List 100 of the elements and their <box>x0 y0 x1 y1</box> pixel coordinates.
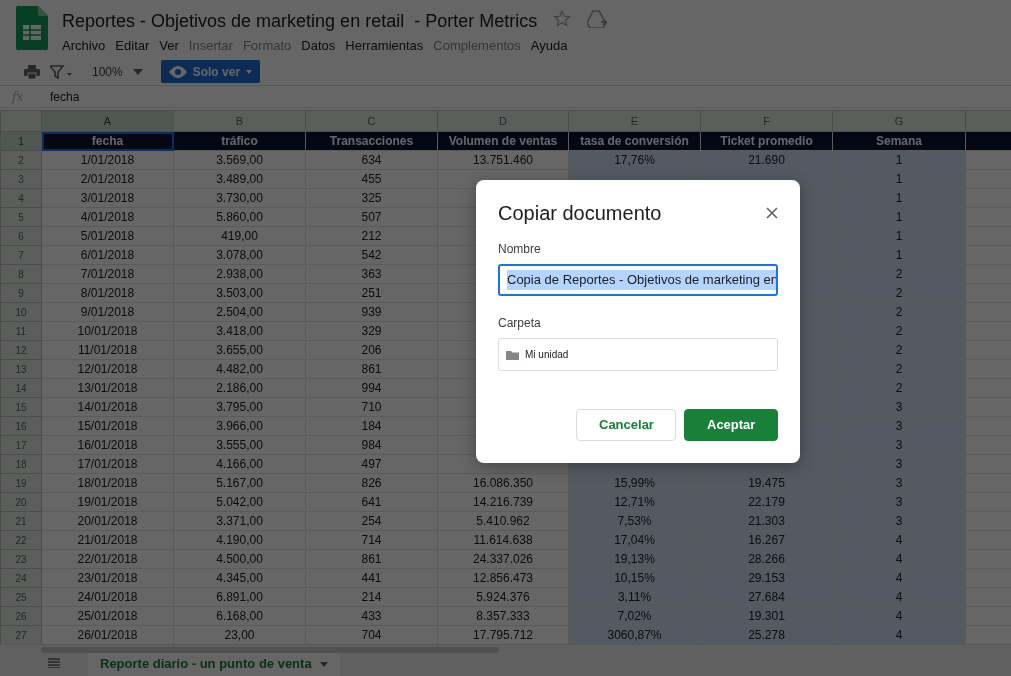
table-cell[interactable]: 3.078,00 <box>173 245 306 265</box>
filter-icon[interactable] <box>50 64 74 79</box>
table-cell[interactable]: 3/01/2018 <box>41 188 174 208</box>
table-cell[interactable]: 20/01/2018 <box>41 511 174 531</box>
table-cell[interactable]: 6.168,00 <box>173 606 306 626</box>
column-header[interactable]: A <box>41 110 174 132</box>
table-cell[interactable]: 3.418,00 <box>173 321 306 341</box>
table-cell[interactable]: 8.357.333 <box>437 606 569 626</box>
table-cell[interactable]: 710 <box>305 397 438 417</box>
table-cell[interactable]: 3.795,00 <box>173 397 306 417</box>
table-cell[interactable]: 433 <box>305 606 438 626</box>
table-cell[interactable]: 14/01/2018 <box>41 397 174 417</box>
table-cell[interactable]: 1/01/2018 <box>41 150 174 170</box>
table-cell[interactable]: 4/01/2018 <box>41 207 174 227</box>
sheet-list-icon[interactable] <box>48 658 60 668</box>
menu-item[interactable]: Datos <box>301 36 336 56</box>
table-cell[interactable]: 184 <box>305 416 438 436</box>
table-cell[interactable]: 2.186,00 <box>173 378 306 398</box>
table-cell[interactable]: 4.190,00 <box>173 530 306 550</box>
table-cell[interactable]: 4.166,00 <box>173 454 306 474</box>
table-cell[interactable]: 3.569,00 <box>173 150 306 170</box>
table-cell[interactable]: 6.891,00 <box>173 587 306 607</box>
table-cell[interactable]: 12.856.473 <box>437 568 569 588</box>
table-cell[interactable]: 329 <box>305 321 438 341</box>
table-cell[interactable]: 21/01/2018 <box>41 530 174 550</box>
table-cell[interactable]: 507 <box>305 207 438 227</box>
table-cell[interactable]: 3.655,00 <box>173 340 306 360</box>
menu-item[interactable]: Editar <box>115 36 150 56</box>
table-cell[interactable]: 12/01/2018 <box>41 359 174 379</box>
table-cell[interactable]: 4.500,00 <box>173 549 306 569</box>
drive-icon[interactable] <box>587 10 608 28</box>
table-cell[interactable]: 5.042,00 <box>173 492 306 512</box>
formula-value[interactable]: fecha <box>50 87 80 106</box>
table-cell[interactable]: 251 <box>305 283 438 303</box>
table-cell[interactable]: 8/01/2018 <box>41 283 174 303</box>
table-cell[interactable]: 363 <box>305 264 438 284</box>
table-cell[interactable]: 542 <box>305 245 438 265</box>
table-cell[interactable]: 3.371,00 <box>173 511 306 531</box>
table-cell[interactable]: 254 <box>305 511 438 531</box>
table-cell[interactable]: 24/01/2018 <box>41 587 174 607</box>
menu-item[interactable]: Herramientas <box>345 36 424 56</box>
menu-item[interactable]: Archivo <box>62 36 106 56</box>
accept-button[interactable]: Aceptar <box>684 409 778 441</box>
table-cell[interactable]: 5.860,00 <box>173 207 306 227</box>
table-cell[interactable]: 5.924.376 <box>437 587 569 607</box>
table-cell[interactable]: 641 <box>305 492 438 512</box>
table-cell[interactable]: 7/01/2018 <box>41 264 174 284</box>
table-cell[interactable]: 939 <box>305 302 438 322</box>
table-cell[interactable]: 212 <box>305 226 438 246</box>
folder-picker[interactable]: Mi unidad <box>498 338 778 371</box>
table-cell[interactable]: 714 <box>305 530 438 550</box>
table-cell[interactable]: 15/01/2018 <box>41 416 174 436</box>
table-cell[interactable]: 3.966,00 <box>173 416 306 436</box>
menu-item[interactable]: Ver <box>159 36 179 56</box>
table-cell[interactable]: 5/01/2018 <box>41 226 174 246</box>
table-cell[interactable]: 16/01/2018 <box>41 435 174 455</box>
view-mode-button[interactable]: Solo ver <box>160 60 261 83</box>
table-cell[interactable]: 13.751.460 <box>437 150 569 170</box>
table-cell[interactable]: 2.504,00 <box>173 302 306 322</box>
caret-icon[interactable] <box>132 68 143 75</box>
table-cell[interactable]: 497 <box>305 454 438 474</box>
table-cell[interactable]: 826 <box>305 473 438 493</box>
table-cell[interactable]: 9/01/2018 <box>41 302 174 322</box>
table-cell[interactable]: 4.482,00 <box>173 359 306 379</box>
zoom-dropdown[interactable]: 100% <box>92 62 123 81</box>
table-cell[interactable]: 994 <box>305 378 438 398</box>
table-cell[interactable]: 3.503,00 <box>173 283 306 303</box>
table-cell[interactable]: 19/01/2018 <box>41 492 174 512</box>
cancel-button[interactable]: Cancelar <box>576 409 676 441</box>
table-cell[interactable]: 6/01/2018 <box>41 245 174 265</box>
table-cell[interactable]: 634 <box>305 150 438 170</box>
table-cell[interactable]: 10/01/2018 <box>41 321 174 341</box>
table-cell[interactable]: 5.167,00 <box>173 473 306 493</box>
table-cell[interactable]: 5.410.962 <box>437 511 569 531</box>
table-cell[interactable]: 455 <box>305 169 438 189</box>
sheets-logo-icon[interactable] <box>16 6 48 50</box>
table-cell[interactable]: 419,00 <box>173 226 306 246</box>
table-cell[interactable]: 16.086.350 <box>437 473 569 493</box>
table-cell[interactable]: 17/01/2018 <box>41 454 174 474</box>
table-cell[interactable]: 2.938,00 <box>173 264 306 284</box>
close-icon[interactable] <box>766 207 778 219</box>
table-cell[interactable]: 3.730,00 <box>173 188 306 208</box>
table-cell[interactable]: 325 <box>305 188 438 208</box>
table-cell[interactable]: 23/01/2018 <box>41 568 174 588</box>
table-cell[interactable]: 18/01/2018 <box>41 473 174 493</box>
table-cell[interactable]: 4.345,00 <box>173 568 306 588</box>
table-cell[interactable]: 22/01/2018 <box>41 549 174 569</box>
table-cell[interactable]: 25/01/2018 <box>41 606 174 626</box>
table-cell[interactable]: 24.337.026 <box>437 549 569 569</box>
print-icon[interactable] <box>24 64 40 79</box>
table-cell[interactable]: 3.489,00 <box>173 169 306 189</box>
star-icon[interactable] <box>553 10 572 28</box>
sheet-tab[interactable]: Reporte diario - un punto de venta <box>88 652 340 676</box>
table-cell[interactable]: 984 <box>305 435 438 455</box>
table-cell[interactable]: 14.216.739 <box>437 492 569 512</box>
table-cell[interactable]: 861 <box>305 549 438 569</box>
table-cell[interactable]: 441 <box>305 568 438 588</box>
table-cell[interactable]: 11/01/2018 <box>41 340 174 360</box>
table-cell[interactable]: 214 <box>305 587 438 607</box>
table-cell[interactable]: 206 <box>305 340 438 360</box>
